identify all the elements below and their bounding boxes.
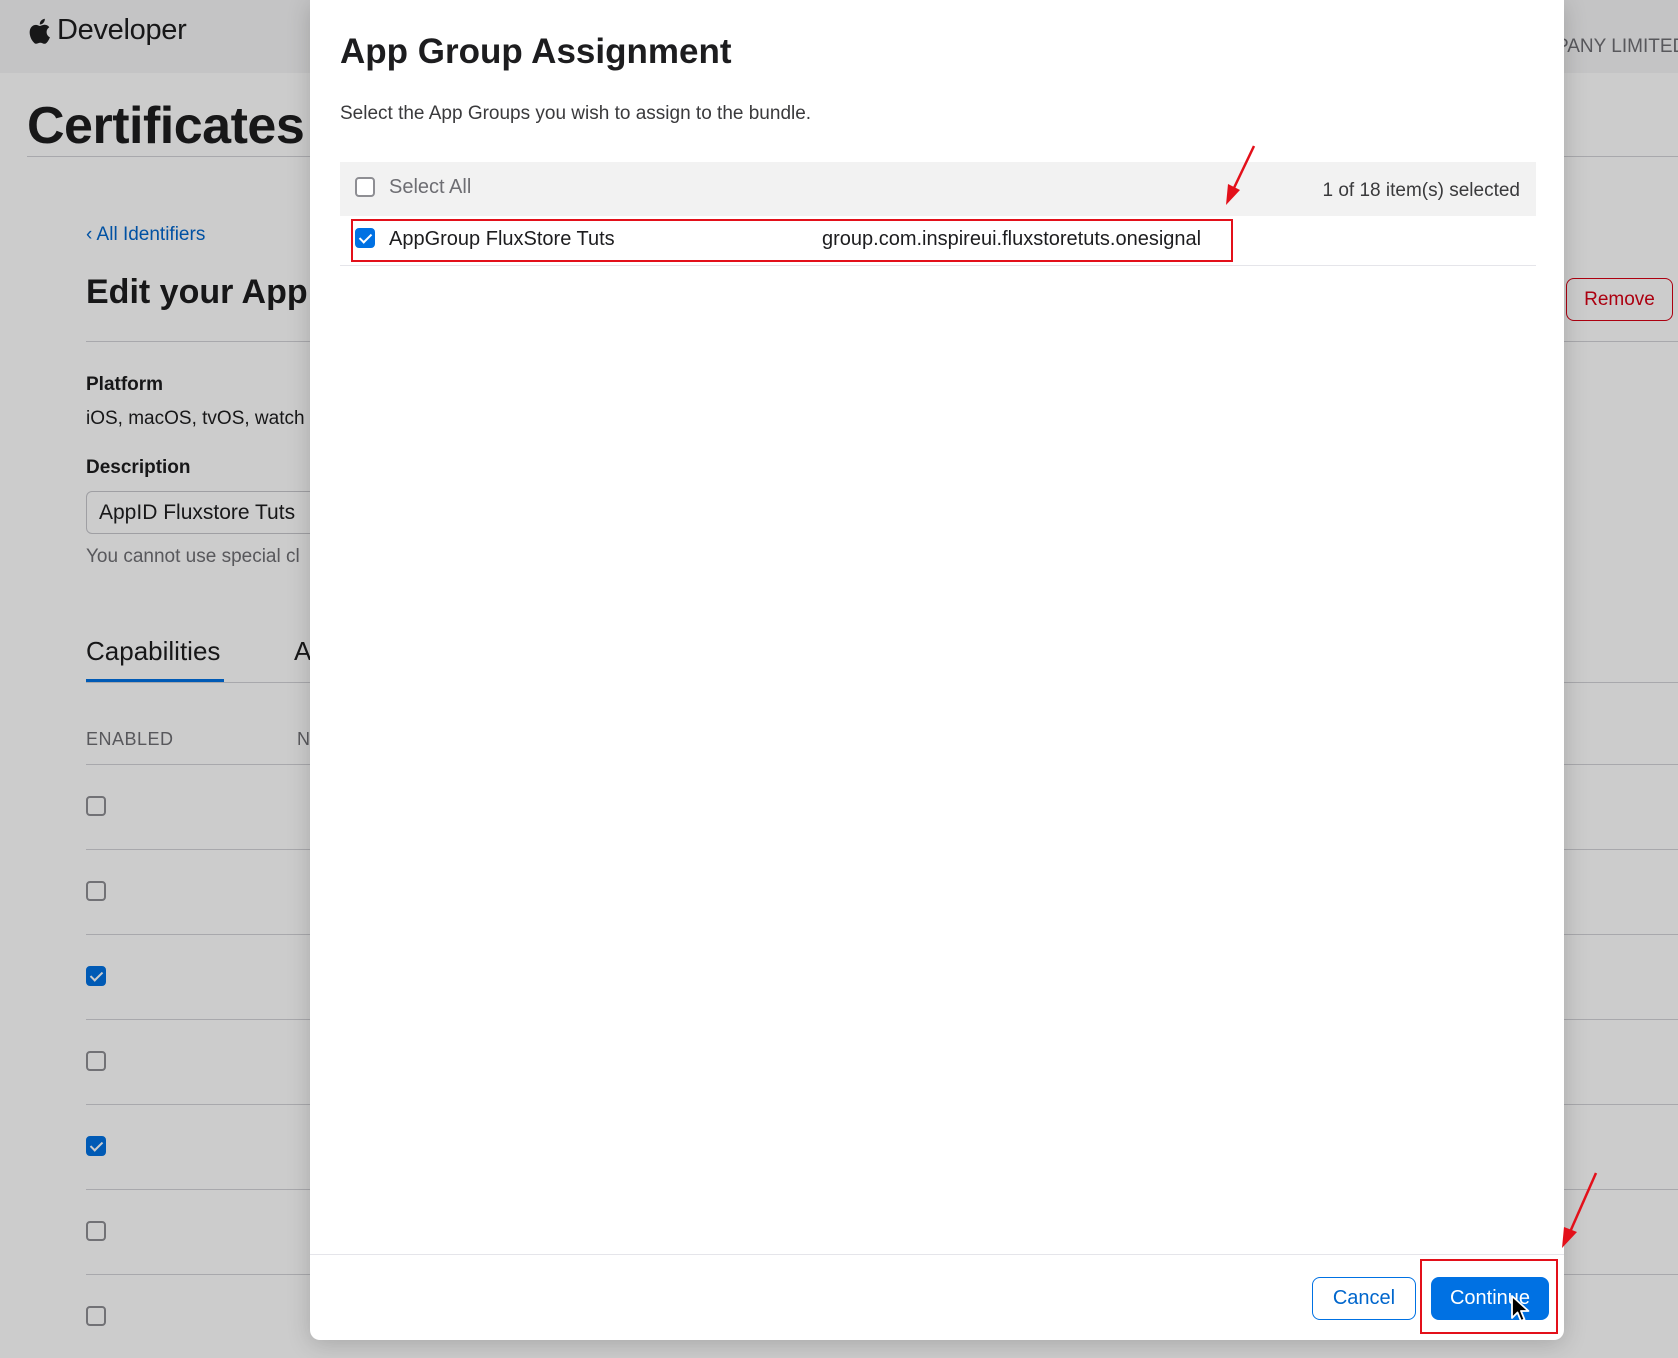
- dialog-title: App Group Assignment: [340, 32, 732, 71]
- app-group-assignment-dialog: App Group Assignment Select the App Grou…: [310, 0, 1564, 1340]
- select-all-label[interactable]: Select All: [389, 176, 471, 199]
- list-header: Select All 1 of 18 item(s) selected: [340, 162, 1536, 216]
- annotation-box-continue: [1420, 1259, 1558, 1334]
- annotation-box-row: [351, 219, 1233, 262]
- select-all-checkbox[interactable]: [355, 177, 375, 197]
- selection-count: 1 of 18 item(s) selected: [1322, 180, 1520, 201]
- cancel-button[interactable]: Cancel: [1312, 1277, 1416, 1320]
- screen: Developer PANY LIMITED Certificates ‹ Al…: [0, 0, 1678, 1358]
- footer-divider: [310, 1254, 1564, 1255]
- mouse-pointer-icon: [1511, 1295, 1530, 1322]
- dialog-description: Select the App Groups you wish to assign…: [340, 103, 812, 124]
